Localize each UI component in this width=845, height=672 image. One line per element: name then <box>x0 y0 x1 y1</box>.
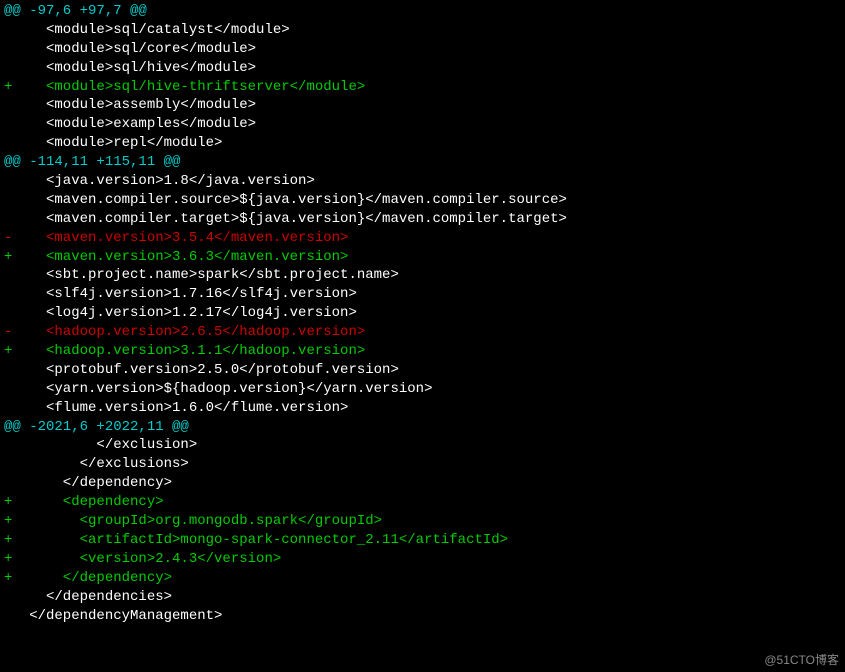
diff-line: <log4j.version>1.2.17</log4j.version> <box>4 304 841 323</box>
diff-line: <maven.compiler.target>${java.version}</… <box>4 210 841 229</box>
diff-line: @@ -97,6 +97,7 @@ <box>4 2 841 21</box>
diff-line: <maven.compiler.source>${java.version}</… <box>4 191 841 210</box>
diff-line: + <dependency> <box>4 493 841 512</box>
diff-line: - <maven.version>3.5.4</maven.version> <box>4 229 841 248</box>
watermark-text: @51CTO博客 <box>764 652 839 668</box>
diff-line: + <maven.version>3.6.3</maven.version> <box>4 248 841 267</box>
diff-line: <module>sql/hive</module> <box>4 59 841 78</box>
diff-line: <module>repl</module> <box>4 134 841 153</box>
diff-line: + <hadoop.version>3.1.1</hadoop.version> <box>4 342 841 361</box>
diff-line: + </dependency> <box>4 569 841 588</box>
diff-output: @@ -97,6 +97,7 @@ <module>sql/catalyst</… <box>4 2 841 625</box>
diff-line: + <groupId>org.mongodb.spark</groupId> <box>4 512 841 531</box>
diff-line: </dependencies> <box>4 588 841 607</box>
diff-line: <module>examples</module> <box>4 115 841 134</box>
diff-line: </exclusions> <box>4 455 841 474</box>
diff-line: <yarn.version>${hadoop.version}</yarn.ve… <box>4 380 841 399</box>
diff-line: @@ -114,11 +115,11 @@ <box>4 153 841 172</box>
diff-line: @@ -2021,6 +2022,11 @@ <box>4 418 841 437</box>
diff-line: </dependencyManagement> <box>4 607 841 626</box>
diff-line: <slf4j.version>1.7.16</slf4j.version> <box>4 285 841 304</box>
diff-line: </dependency> <box>4 474 841 493</box>
diff-line: <module>sql/catalyst</module> <box>4 21 841 40</box>
diff-line: <java.version>1.8</java.version> <box>4 172 841 191</box>
diff-line: <module>sql/core</module> <box>4 40 841 59</box>
diff-line: + <artifactId>mongo-spark-connector_2.11… <box>4 531 841 550</box>
diff-line: <sbt.project.name>spark</sbt.project.nam… <box>4 266 841 285</box>
diff-line: - <hadoop.version>2.6.5</hadoop.version> <box>4 323 841 342</box>
diff-line: <module>assembly</module> <box>4 96 841 115</box>
diff-line: </exclusion> <box>4 436 841 455</box>
diff-line: <flume.version>1.6.0</flume.version> <box>4 399 841 418</box>
diff-line: + <module>sql/hive-thriftserver</module> <box>4 78 841 97</box>
diff-line: + <version>2.4.3</version> <box>4 550 841 569</box>
diff-line: <protobuf.version>2.5.0</protobuf.versio… <box>4 361 841 380</box>
